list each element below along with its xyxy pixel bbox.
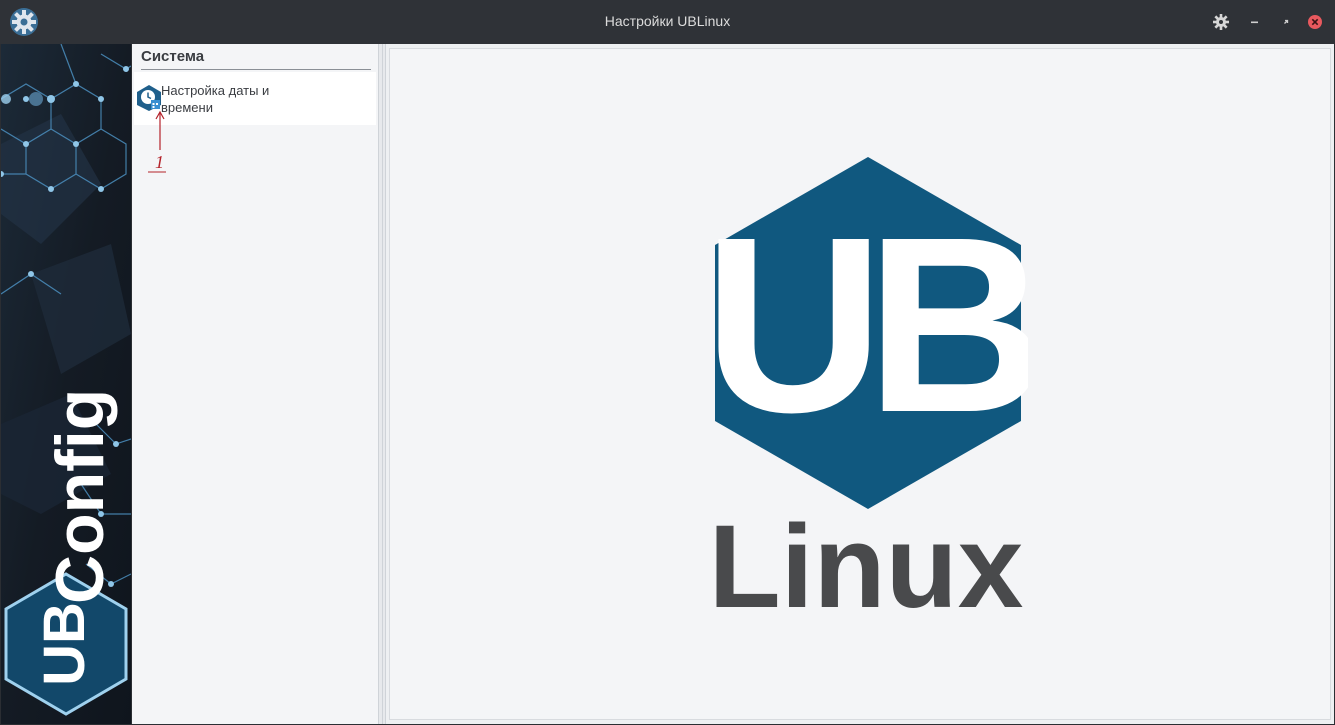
logo-linux-text: Linux [709,501,1024,619]
settings-gear-icon[interactable] [1211,12,1231,32]
annotation-label: 1 [155,152,164,172]
panel-splitter[interactable] [378,44,386,724]
category-header: Система [141,48,371,70]
content-area: UB Linux [389,48,1331,720]
annotation-arrow: 1 [148,110,166,173]
title-bar: Настройки UBLinux [0,0,1335,44]
banner-wordmark: Config [42,389,118,604]
ublinux-logo: UB Linux [708,157,1028,619]
main-panel: UB Linux [386,44,1334,724]
minimize-icon[interactable] [1245,12,1265,32]
network-pattern-graphic: UB Config [1,44,131,724]
ubconfig-banner: UB Config [1,44,131,724]
logo-ub-text: UB [708,185,1028,464]
restore-icon[interactable] [1276,12,1296,32]
banner-ub-text: UB [32,602,97,686]
list-item-label: Настройка даты и времени [161,83,270,115]
window-title: Настройки UBLinux [604,13,731,29]
close-icon[interactable] [1305,12,1325,32]
